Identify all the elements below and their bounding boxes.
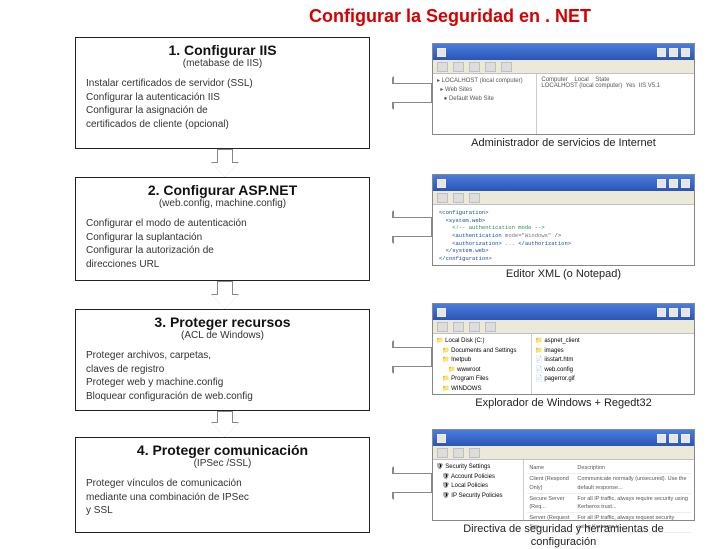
down-arrow-icon xyxy=(212,411,238,437)
step-2-header: 2. Configurar ASP.NET xyxy=(76,178,369,198)
diagram-canvas: 1. Configurar IIS (metabase de IIS) Inst… xyxy=(0,29,720,549)
step-2-sub: (web.config, machine.config) xyxy=(76,198,369,213)
down-arrow-icon xyxy=(212,281,238,309)
step-2-box: 2. Configurar ASP.NET (web.config, machi… xyxy=(75,177,370,281)
step-1-line: Configurar la autenticación IIS xyxy=(86,91,359,105)
step-4-sub: (IPSec /SSL) xyxy=(76,458,369,473)
step-1-line: Instalar certificados de servidor (SSL) xyxy=(86,77,359,91)
step-3-line: claves de registro xyxy=(86,363,359,377)
left-arrow-icon xyxy=(374,211,432,243)
step-1-line: certificados de cliente (opcional) xyxy=(86,118,359,132)
step-3-line: Bloquear configuración de web.config xyxy=(86,390,359,404)
left-arrow-icon xyxy=(374,341,432,373)
caption-4: Directiva de seguridad y herramientas de… xyxy=(432,523,695,549)
step-3-line: Proteger archivos, carpetas, xyxy=(86,349,359,363)
step-4-line: Proteger vínculos de comunicación xyxy=(86,477,359,491)
left-arrow-icon xyxy=(374,467,432,499)
windows-explorer-screenshot: Local Disk (C:) Documents and Settings I… xyxy=(432,303,695,395)
step-1-body: Instalar certificados de servidor (SSL) … xyxy=(76,73,369,139)
step-1-header: 1. Configurar IIS xyxy=(76,38,369,58)
step-4-body: Proteger vínculos de comunicación median… xyxy=(76,473,369,526)
step-1-sub: (metabase de IIS) xyxy=(76,58,369,73)
caption-1: Administrador de servicios de Internet xyxy=(432,137,695,149)
left-arrow-icon xyxy=(374,77,432,109)
step-3-header: 3. Proteger recursos xyxy=(76,310,369,330)
step-3-body: Proteger archivos, carpetas, claves de r… xyxy=(76,345,369,411)
step-3-sub: (ACL de Windows) xyxy=(76,330,369,345)
step-3-line: Proteger web y machine.config xyxy=(86,376,359,390)
caption-2: Editor XML (o Notepad) xyxy=(432,268,695,280)
down-arrow-icon xyxy=(212,149,238,177)
caption-3: Explorador de Windows + Regedt32 xyxy=(432,397,695,409)
step-2-line: Configurar el modo de autenticación xyxy=(86,217,359,231)
step-1-line: Configurar la asignación de xyxy=(86,104,359,118)
step-2-body: Configurar el modo de autenticación Conf… xyxy=(76,213,369,279)
security-policy-screenshot: Security Settings Account Policies Local… xyxy=(432,429,695,521)
step-4-line: y SSL xyxy=(86,504,359,518)
xml-editor-screenshot: <configuration> <system.web> <!-- authen… xyxy=(432,174,695,266)
iis-manager-screenshot: ▸ LOCALHOST (local computer) ▸ Web Sites… xyxy=(432,43,695,135)
step-4-header: 4. Proteger comunicación xyxy=(76,438,369,458)
step-4-line: mediante una combinación de IPSec xyxy=(86,491,359,505)
step-2-line: Configurar la autorización de xyxy=(86,244,359,258)
step-3-box: 3. Proteger recursos (ACL de Windows) Pr… xyxy=(75,309,370,411)
step-1-box: 1. Configurar IIS (metabase de IIS) Inst… xyxy=(75,37,370,149)
page-title: Configurar la Seguridad en . NET xyxy=(180,0,720,29)
step-2-line: Configurar la suplantación xyxy=(86,231,359,245)
step-4-box: 4. Proteger comunicación (IPSec /SSL) Pr… xyxy=(75,437,370,533)
step-2-line: direcciones URL xyxy=(86,258,359,272)
